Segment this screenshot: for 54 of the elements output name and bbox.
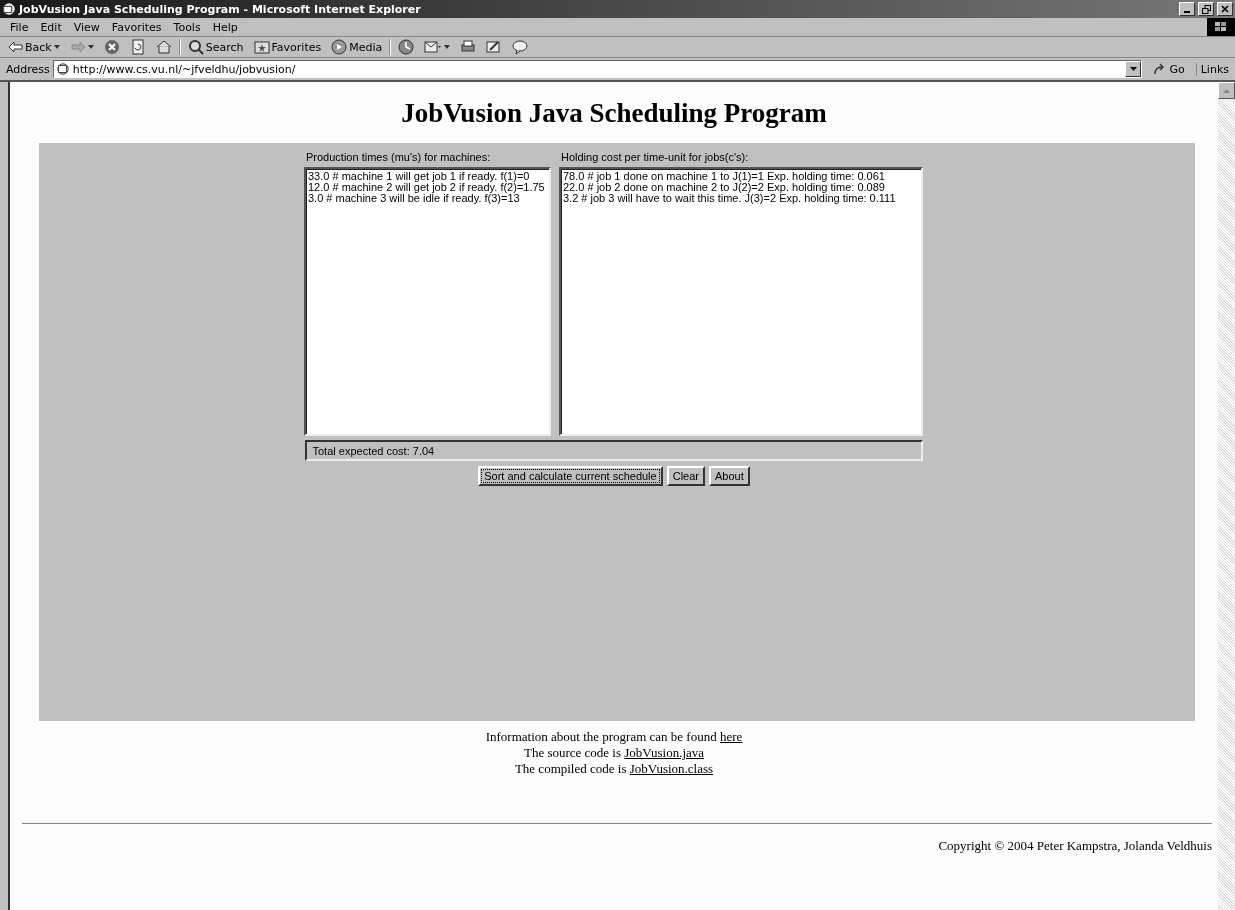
toolbar-button[interactable]: Back	[4, 39, 63, 55]
scroll-up-icon[interactable]	[1218, 82, 1235, 99]
action-button[interactable]: About	[709, 466, 750, 486]
toolbar-button[interactable]: Search	[184, 39, 247, 55]
play-disc-icon	[331, 39, 348, 55]
toolbar-button[interactable]: Favorites	[250, 39, 325, 55]
close-icon	[1221, 5, 1229, 13]
star-folder-icon	[253, 39, 270, 55]
toolbar-button[interactable]: Media	[328, 39, 386, 55]
action-button[interactable]: Clear	[666, 466, 705, 486]
text-area[interactable]: 33.0 # machine 1 will get job 1 if ready. f(1)=0 12.0 # machine 2 will get job 2 if ready. f(2)=1.75 3.0 # machine 3 will be idle if ready. f(3)=13	[304, 167, 551, 436]
link[interactable]: JobVusion.class	[629, 761, 714, 776]
action-button[interactable]: Sort and calculate current schedule	[478, 466, 663, 486]
info-text: The compiled code is	[514, 761, 628, 776]
search-icon	[187, 39, 204, 55]
restore-button[interactable]	[1198, 2, 1214, 16]
forward-arrow-icon	[69, 39, 86, 55]
caret-icon	[87, 45, 94, 49]
refresh-icon	[129, 39, 146, 55]
info-text: The source code is	[523, 745, 623, 760]
caret-icon	[444, 45, 451, 49]
link[interactable]: JobVusion.java	[624, 745, 705, 760]
browser-icon	[2, 2, 16, 16]
text-area[interactable]: 78.0 # job 1 done on machine 1 to J(1)=1 Exp. holding time: 0.061 22.0 # job 2 done on machine 2 to J(2)=2 Exp. holding time: 0.089 3.2 # job 3 will have to wait this time. J(3)=2 Exp. holding time: 0.111	[559, 167, 923, 436]
menu-item[interactable]: Edit	[34, 20, 68, 34]
stop-icon	[103, 39, 120, 55]
link[interactable]: here	[719, 729, 743, 744]
page-heading: JobVusion Java Scheduling Program	[401, 98, 827, 129]
close-button[interactable]	[1217, 2, 1233, 16]
mail-icon	[424, 39, 443, 55]
minimize-button[interactable]	[1179, 2, 1195, 16]
copyright-text: Copyright © 2004 Peter Kampstra, Jolanda Veldhuis	[938, 838, 1212, 854]
address-label: Address	[6, 62, 50, 76]
field-label: Holding cost per time-unit for jobs(c's):	[560, 151, 750, 163]
menu-item[interactable]: Help	[206, 20, 244, 34]
window-title: JobVusion Java Scheduling Program - Microsoft Internet Explorer	[19, 2, 422, 16]
menu-item[interactable]: Tools	[167, 20, 207, 34]
menu-item[interactable]: View	[67, 20, 106, 34]
menu-item[interactable]: Favorites	[105, 20, 168, 34]
speech-bubble-icon	[512, 39, 529, 55]
restore-icon	[1201, 4, 1211, 14]
menu-item[interactable]: File	[4, 20, 35, 34]
back-arrow-icon	[7, 39, 23, 55]
printer-icon	[460, 39, 477, 55]
address-field[interactable]: http://www.cs.vu.nl/~jfveldhu/jobvusion/	[52, 60, 1143, 78]
edit-icon	[486, 39, 503, 55]
clock-icon	[398, 39, 415, 55]
field-label: Production times (mu's) for machines:	[305, 151, 492, 163]
home-icon	[155, 39, 172, 55]
go-button[interactable]: Go	[1145, 62, 1193, 76]
caret-icon	[53, 45, 60, 49]
links-button[interactable]: Links	[1195, 62, 1233, 76]
result-field: Total expected cost: 7.04	[304, 440, 923, 461]
info-text: Information about the program can be found	[485, 729, 718, 744]
